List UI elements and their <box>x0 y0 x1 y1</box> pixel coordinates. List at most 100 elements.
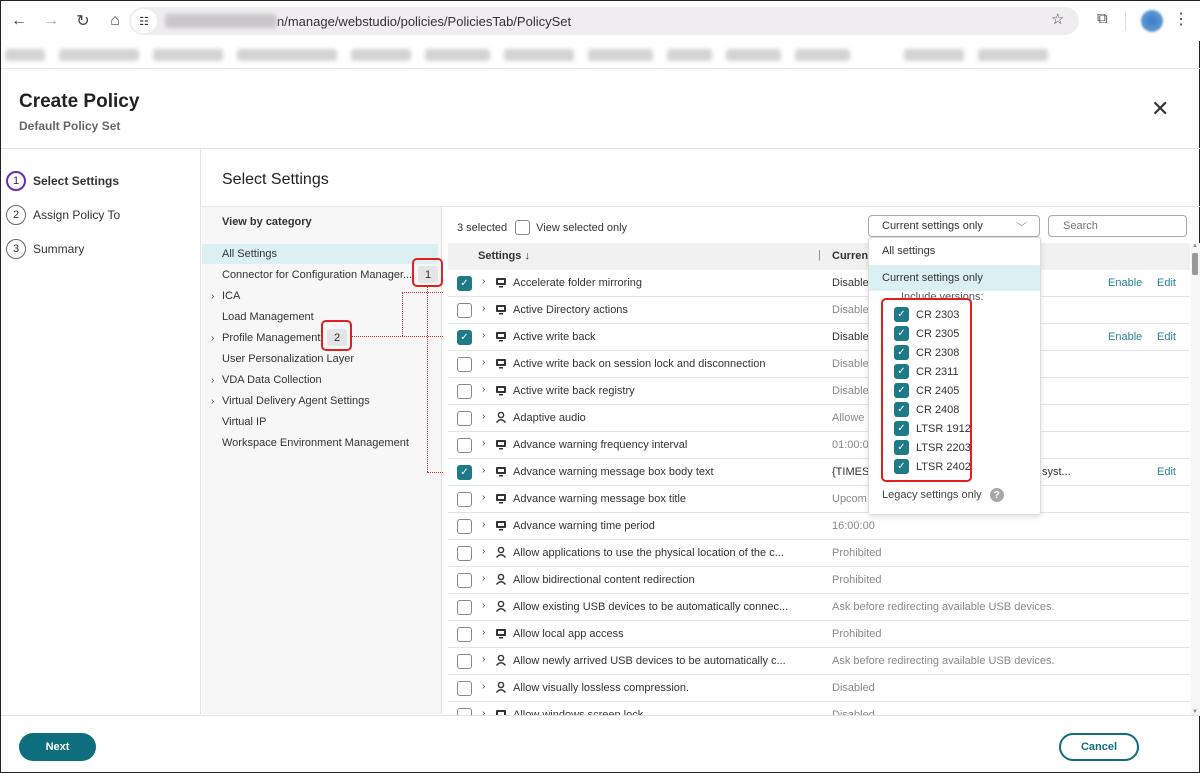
table-scrollbar[interactable]: ▲ ▼ <box>1191 243 1200 715</box>
table-row[interactable]: › Allow local app access Prohibited <box>448 621 1190 648</box>
row-checkbox[interactable] <box>457 654 472 669</box>
row-checkbox[interactable] <box>457 411 472 426</box>
browser-menu-icon[interactable]: ⋮ <box>1173 9 1189 29</box>
bookmark-item[interactable] <box>351 48 411 61</box>
edit-link[interactable]: Edit <box>1157 466 1176 478</box>
help-icon[interactable]: ? <box>989 488 1004 502</box>
option-current-settings-only[interactable]: Current settings only <box>869 265 1040 291</box>
row-checkbox[interactable] <box>457 357 472 372</box>
chevron-right-icon[interactable]: › <box>211 396 214 407</box>
row-checkbox[interactable] <box>457 573 472 588</box>
column-divider[interactable]: | <box>818 249 821 261</box>
view-selected-only-checkbox[interactable] <box>515 220 531 235</box>
chevron-right-icon[interactable]: › <box>211 375 214 386</box>
expand-chevron-icon[interactable]: › <box>482 627 485 638</box>
expand-chevron-icon[interactable]: › <box>482 465 485 476</box>
category-all-settings[interactable]: All Settings <box>202 244 438 264</box>
expand-chevron-icon[interactable]: › <box>482 303 485 314</box>
chevron-right-icon[interactable]: › <box>211 291 214 302</box>
back-icon[interactable]: ← <box>3 5 35 37</box>
bookmark-item[interactable] <box>504 48 574 61</box>
table-row[interactable]: ✓ › Advance warning message box body text {… <box>448 459 1190 486</box>
expand-chevron-icon[interactable]: › <box>482 708 485 715</box>
expand-chevron-icon[interactable]: › <box>482 330 485 341</box>
forward-icon[interactable]: → <box>35 5 67 37</box>
row-checkbox[interactable] <box>457 519 472 534</box>
sort-down-icon[interactable]: ↓ <box>524 250 530 262</box>
row-checkbox[interactable] <box>457 681 472 696</box>
enable-link[interactable]: Enable <box>1108 331 1142 343</box>
table-row[interactable]: ✓ › Accelerate folder mirroring Disable Enab… <box>448 270 1190 297</box>
expand-chevron-icon[interactable]: › <box>482 519 485 530</box>
table-row[interactable]: › Advance warning message box title Upcom <box>448 486 1190 513</box>
row-checkbox[interactable] <box>457 384 472 399</box>
home-icon[interactable]: ⌂ <box>99 5 131 37</box>
expand-chevron-icon[interactable]: › <box>482 276 485 287</box>
expand-chevron-icon[interactable]: › <box>482 438 485 449</box>
row-checkbox[interactable] <box>457 708 472 715</box>
table-row[interactable]: › Allow bidirectional content redirection… <box>448 567 1190 594</box>
bookmark-item[interactable] <box>667 48 712 61</box>
expand-chevron-icon[interactable]: › <box>482 357 485 368</box>
bookmark-item[interactable] <box>5 48 45 61</box>
option-all-settings[interactable]: All settings <box>869 238 1040 264</box>
cancel-button[interactable]: Cancel <box>1059 733 1139 761</box>
step-select-settings[interactable]: 1 Select Settings <box>6 171 119 191</box>
bookmark-item[interactable] <box>726 48 781 61</box>
expand-chevron-icon[interactable]: › <box>482 384 485 395</box>
table-row[interactable]: › Advance warning time period 16:00:00 <box>448 513 1190 540</box>
expand-chevron-icon[interactable]: › <box>482 681 485 692</box>
row-checkbox[interactable] <box>457 546 472 561</box>
edit-link[interactable]: Edit <box>1157 331 1176 343</box>
extensions-icon[interactable]: ⧉ <box>1097 10 1108 27</box>
expand-chevron-icon[interactable]: › <box>482 546 485 557</box>
row-checkbox[interactable] <box>457 438 472 453</box>
table-row[interactable]: › Allow visually lossless compression. Dis… <box>448 675 1190 702</box>
bookmark-star-icon[interactable]: ☆ <box>1051 10 1064 28</box>
table-row[interactable]: › Allow existing USB devices to be automa… <box>448 594 1190 621</box>
bookmark-item[interactable] <box>153 48 223 61</box>
row-checkbox[interactable]: ✓ <box>457 330 472 345</box>
table-row[interactable]: ✓ › Active write back Disable Enable Edit <box>448 324 1190 351</box>
table-row[interactable]: › Active write back registry Disable <box>448 378 1190 405</box>
table-row[interactable]: › Allow applications to use the physical … <box>448 540 1190 567</box>
category-wem[interactable]: Workspace Environment Management <box>202 433 438 453</box>
row-checkbox[interactable] <box>457 600 472 615</box>
category-user-personalization[interactable]: User Personalization Layer <box>202 349 438 369</box>
category-connector[interactable]: Connector for Configuration Manager... <box>202 265 438 285</box>
column-current[interactable]: Current <box>832 250 872 262</box>
bookmark-item[interactable] <box>904 48 964 61</box>
category-vda-settings[interactable]: › Virtual Delivery Agent Settings <box>202 391 438 411</box>
view-selected-only-label[interactable]: View selected only <box>536 222 627 234</box>
expand-chevron-icon[interactable]: › <box>482 600 485 611</box>
step-assign-policy[interactable]: 2 Assign Policy To <box>6 205 120 225</box>
table-row[interactable]: › Active Directory actions Disable <box>448 297 1190 324</box>
settings-filter-select[interactable]: Current settings only ﹀ <box>868 215 1040 237</box>
close-icon[interactable]: ✕ <box>1151 98 1169 120</box>
table-row[interactable]: › Allow newly arrived USB devices to be a… <box>448 648 1190 675</box>
url-text[interactable]: n/manage/webstudio/policies/PoliciesTab/… <box>277 14 571 29</box>
site-settings-icon[interactable]: ☷ <box>131 9 157 33</box>
expand-chevron-icon[interactable]: › <box>482 411 485 422</box>
row-checkbox[interactable] <box>457 627 472 642</box>
step-summary[interactable]: 3 Summary <box>6 239 84 259</box>
edit-link[interactable]: Edit <box>1157 277 1176 289</box>
scroll-up-arrow[interactable]: ▲ <box>1192 243 1198 249</box>
all-bookmarks[interactable] <box>978 48 1048 61</box>
table-row[interactable]: › Allow windows screen lock Disabled <box>448 702 1190 715</box>
bookmark-item[interactable] <box>795 48 850 61</box>
expand-chevron-icon[interactable]: › <box>482 573 485 584</box>
bookmark-item[interactable] <box>425 48 490 61</box>
chevron-right-icon[interactable]: › <box>211 333 214 344</box>
legacy-settings-option[interactable]: Legacy settings only ? <box>882 488 1004 502</box>
enable-link[interactable]: Enable <box>1108 277 1142 289</box>
row-checkbox[interactable] <box>457 492 472 507</box>
category-vda-data-collection[interactable]: › VDA Data Collection <box>202 370 438 390</box>
profile-avatar[interactable] <box>1141 10 1163 32</box>
row-checkbox[interactable]: ✓ <box>457 465 472 480</box>
column-settings[interactable]: Settings ↓ <box>478 250 530 262</box>
row-checkbox[interactable] <box>457 303 472 318</box>
bookmark-item[interactable] <box>59 48 139 61</box>
search-input[interactable] <box>1048 215 1187 237</box>
table-row[interactable]: › Active write back on session lock and d… <box>448 351 1190 378</box>
